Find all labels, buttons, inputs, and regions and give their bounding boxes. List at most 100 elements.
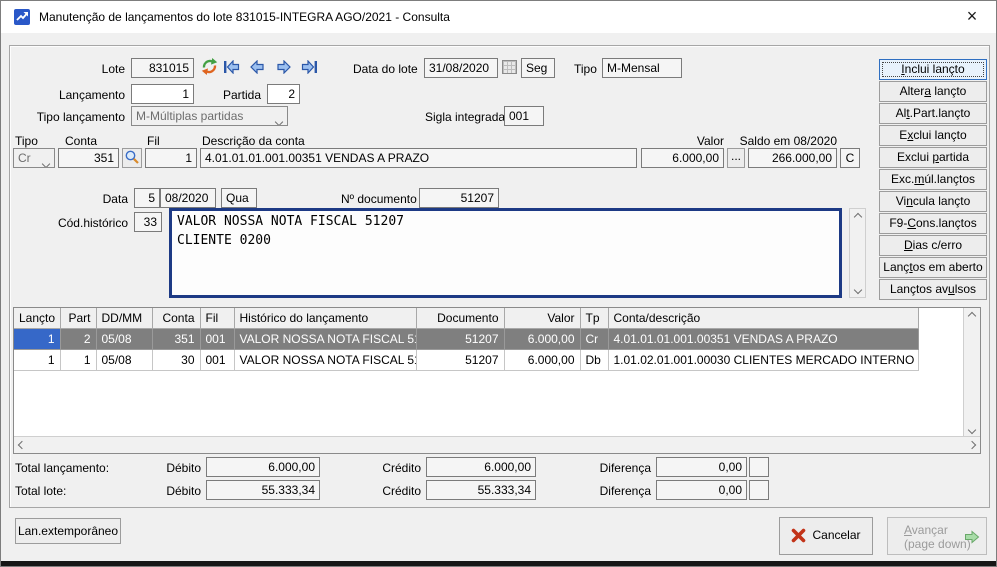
- data-do-lote-label: Data do lote: [353, 62, 418, 76]
- historico-scrollbar[interactable]: [849, 208, 866, 298]
- total-lote-label: Total lote:: [15, 484, 66, 498]
- tipo-lancamento-select[interactable]: M-Múltiplas partidas: [131, 106, 288, 126]
- nav-previous-icon[interactable]: [249, 60, 266, 74]
- conta-search-button[interactable]: [122, 148, 142, 168]
- total-lote-diferenca-field: 0,00: [656, 480, 747, 500]
- scroll-up-icon[interactable]: [964, 308, 980, 323]
- saldo-label: Saldo em 08/2020: [701, 134, 837, 148]
- valor-more-button[interactable]: ...: [727, 148, 745, 168]
- tipo-lancamento-label: Tipo lançamento: [15, 110, 125, 124]
- col-valor: Valor: [504, 308, 580, 328]
- total-lote-debito-field: 55.333,34: [206, 480, 320, 500]
- scroll-up-icon[interactable]: [850, 209, 865, 224]
- chevron-down-icon: [43, 154, 49, 168]
- credito-label: Crédito: [371, 461, 421, 475]
- data-do-lote-field[interactable]: 31/08/2020: [424, 58, 498, 78]
- col-part: Part: [60, 308, 96, 328]
- window-title: Manutenção de lançamentos do lote 831015…: [39, 10, 450, 24]
- diferenca-label: Diferença: [591, 484, 651, 498]
- grid-vertical-scrollbar[interactable]: [963, 308, 980, 437]
- vincula-lancto-button[interactable]: Vincula lançto: [879, 191, 987, 212]
- saldo-dc-field: C: [840, 148, 860, 168]
- exclui-lancto-button[interactable]: Exclui lançto: [879, 125, 987, 146]
- conta-label: Conta: [65, 134, 97, 148]
- data-dia-field[interactable]: 5: [134, 188, 160, 208]
- col-lancto: Lançto: [14, 308, 60, 328]
- total-lancamento-diferenca-field: 0,00: [656, 457, 747, 477]
- cancel-icon: [791, 528, 806, 543]
- scroll-left-icon[interactable]: [14, 437, 30, 453]
- table-row[interactable]: 1 2 05/08 351 001 VALOR NOSSA NOTA FISCA…: [14, 328, 918, 349]
- lancamentos-grid: Lançto Part DD/MM Conta Fil Histórico do…: [13, 307, 981, 454]
- titlebar: Manutenção de lançamentos do lote 831015…: [1, 1, 996, 33]
- nav-next-icon[interactable]: [275, 60, 292, 74]
- cancelar-button[interactable]: Cancelar: [779, 517, 873, 555]
- exc-mul-lanctos-button[interactable]: Exc.múl.lançtos: [879, 169, 987, 190]
- total-lancamento-debito-field: 6.000,00: [206, 457, 320, 477]
- total-lancamento-label: Total lançamento:: [15, 461, 109, 475]
- exclui-partida-button[interactable]: Exclui partida: [879, 147, 987, 168]
- partida-label: Partida: [201, 88, 261, 102]
- lanctos-avulsos-button[interactable]: Lançtos avulsos: [879, 279, 987, 300]
- grid-header-row: Lançto Part DD/MM Conta Fil Histórico do…: [14, 308, 918, 328]
- documento-field[interactable]: 51207: [419, 188, 499, 208]
- saldo-field: 266.000,00: [748, 148, 837, 168]
- nav-last-icon[interactable]: [301, 60, 318, 74]
- col-historico: Histórico do lançamento: [234, 308, 416, 328]
- window-bottom-edge: [1, 561, 996, 566]
- dias-c-erro-button[interactable]: Dias c/erro: [879, 235, 987, 256]
- debito-label: Débito: [151, 461, 201, 475]
- credito-label: Crédito: [371, 484, 421, 498]
- lanctos-em-aberto-button[interactable]: Lançtos em aberto: [879, 257, 987, 278]
- valor-field[interactable]: 6.000,00: [641, 148, 724, 168]
- lancamento-field[interactable]: 1: [131, 84, 194, 104]
- lan-extemporaneo-button[interactable]: Lan.extemporâneo: [15, 518, 121, 544]
- scroll-right-icon[interactable]: [964, 437, 980, 453]
- scroll-down-icon[interactable]: [850, 282, 865, 297]
- data-label: Data: [61, 192, 128, 206]
- app-icon: [14, 9, 30, 25]
- inclui-lancto-button[interactable]: Inclui lançto: [879, 59, 987, 80]
- total-lote-dc-box: [749, 480, 769, 500]
- partida-field[interactable]: 2: [267, 84, 300, 104]
- data-semana-field: Qua: [221, 188, 257, 208]
- weekday-lote-field: Seg: [521, 58, 555, 78]
- alt-part-lancto-button[interactable]: Alt.Part.lançto: [879, 103, 987, 124]
- tipo-field: M-Mensal: [602, 58, 682, 78]
- col-ddmm: DD/MM: [96, 308, 152, 328]
- debito-label: Débito: [151, 484, 201, 498]
- total-lancamento-credito-field: 6.000,00: [426, 457, 536, 477]
- fil-label: Fil: [147, 134, 160, 148]
- refresh-icon[interactable]: [200, 57, 219, 76]
- scroll-down-icon[interactable]: [964, 422, 980, 437]
- lancamento-label: Lançamento: [31, 88, 125, 102]
- diferenca-label: Diferença: [591, 461, 651, 475]
- historico-cod-field[interactable]: 33: [134, 212, 162, 232]
- tipo-label: Tipo: [574, 62, 597, 76]
- lote-maintenance-dialog: Manutenção de lançamentos do lote 831015…: [0, 0, 997, 567]
- fil-field[interactable]: 1: [145, 148, 197, 168]
- lote-label: Lote: [41, 62, 125, 76]
- grid-horizontal-scrollbar[interactable]: [14, 436, 980, 453]
- nav-first-icon[interactable]: [223, 60, 240, 74]
- close-icon: ×: [967, 6, 978, 26]
- historico-textarea[interactable]: VALOR NOSSA NOTA FISCAL 51207 CLIENTE 02…: [169, 208, 842, 298]
- descricao-conta-field[interactable]: 4.01.01.01.001.00351 VENDAS A PRAZO: [200, 148, 637, 168]
- conta-tipo-label: Tipo: [15, 134, 38, 148]
- close-button[interactable]: ×: [952, 1, 992, 33]
- calendar-icon[interactable]: [502, 60, 517, 74]
- total-lancamento-dc-box: [749, 457, 769, 477]
- conta-tipo-select[interactable]: Cr: [13, 148, 55, 168]
- sigla-integrada-field[interactable]: 001: [504, 106, 544, 126]
- f9-cons-lanctos-button[interactable]: F9-Cons.lançtos: [879, 213, 987, 234]
- conta-field[interactable]: 351: [58, 148, 119, 168]
- avancar-button[interactable]: Avançar (page down): [887, 517, 987, 555]
- chevron-down-icon: [276, 112, 282, 126]
- table-row[interactable]: 1 1 05/08 30 001 VALOR NOSSA NOTA FISCAL…: [14, 349, 918, 370]
- col-conta: Conta: [152, 308, 200, 328]
- altera-lancto-button[interactable]: Altera lançto: [879, 81, 987, 102]
- advance-arrow-icon: [964, 530, 980, 544]
- lote-field[interactable]: 831015: [131, 58, 194, 78]
- data-mes-field[interactable]: 08/2020: [160, 188, 216, 208]
- col-documento: Documento: [416, 308, 504, 328]
